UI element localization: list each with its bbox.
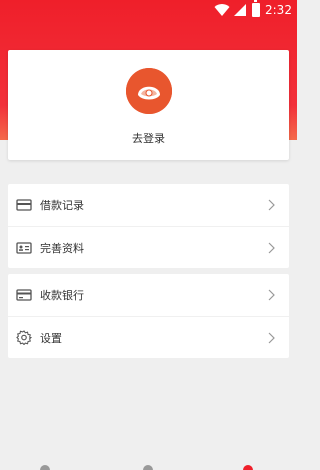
menu-item-label: 设置 bbox=[40, 332, 62, 345]
nav-tab-home[interactable] bbox=[40, 465, 50, 470]
menu-item-complete-profile[interactable]: 完善资料 bbox=[8, 226, 289, 268]
avatar[interactable] bbox=[126, 68, 172, 114]
nav-tab-mine[interactable] bbox=[243, 465, 253, 470]
chevron-right-icon bbox=[268, 332, 275, 344]
status-time: 2:32 bbox=[265, 3, 292, 17]
menu-item-label: 借款记录 bbox=[40, 199, 84, 212]
nav-tab-middle[interactable] bbox=[143, 465, 153, 470]
bottom-nav bbox=[0, 462, 297, 470]
cellular-signal-icon bbox=[234, 4, 246, 16]
login-link[interactable]: 去登录 bbox=[8, 130, 289, 146]
shell-logo-icon bbox=[126, 68, 172, 114]
menu-item-loan-records[interactable]: 借款记录 bbox=[8, 184, 289, 226]
menu-item-receiving-bank[interactable]: 收款银行 bbox=[8, 274, 289, 316]
gear-icon bbox=[16, 330, 32, 345]
wallet-icon bbox=[16, 199, 32, 211]
chevron-right-icon bbox=[268, 289, 275, 301]
wifi-icon bbox=[214, 4, 230, 17]
chevron-right-icon bbox=[268, 242, 275, 254]
screen: 2:32 去登录 借款记录 完善资料 收款银行 设置 bbox=[0, 0, 297, 470]
menu-group-settings: 收款银行 设置 bbox=[8, 274, 289, 358]
menu-item-label: 完善资料 bbox=[40, 242, 84, 255]
bank-card-icon bbox=[16, 289, 32, 301]
menu-group-records: 借款记录 完善资料 bbox=[8, 184, 289, 268]
chevron-right-icon bbox=[268, 199, 275, 211]
menu-item-settings[interactable]: 设置 bbox=[8, 316, 289, 358]
menu-item-label: 收款银行 bbox=[40, 289, 84, 302]
status-bar: 2:32 bbox=[0, 0, 297, 22]
battery-icon bbox=[252, 0, 260, 17]
profile-card: 去登录 bbox=[8, 50, 289, 160]
id-card-icon bbox=[16, 242, 32, 254]
